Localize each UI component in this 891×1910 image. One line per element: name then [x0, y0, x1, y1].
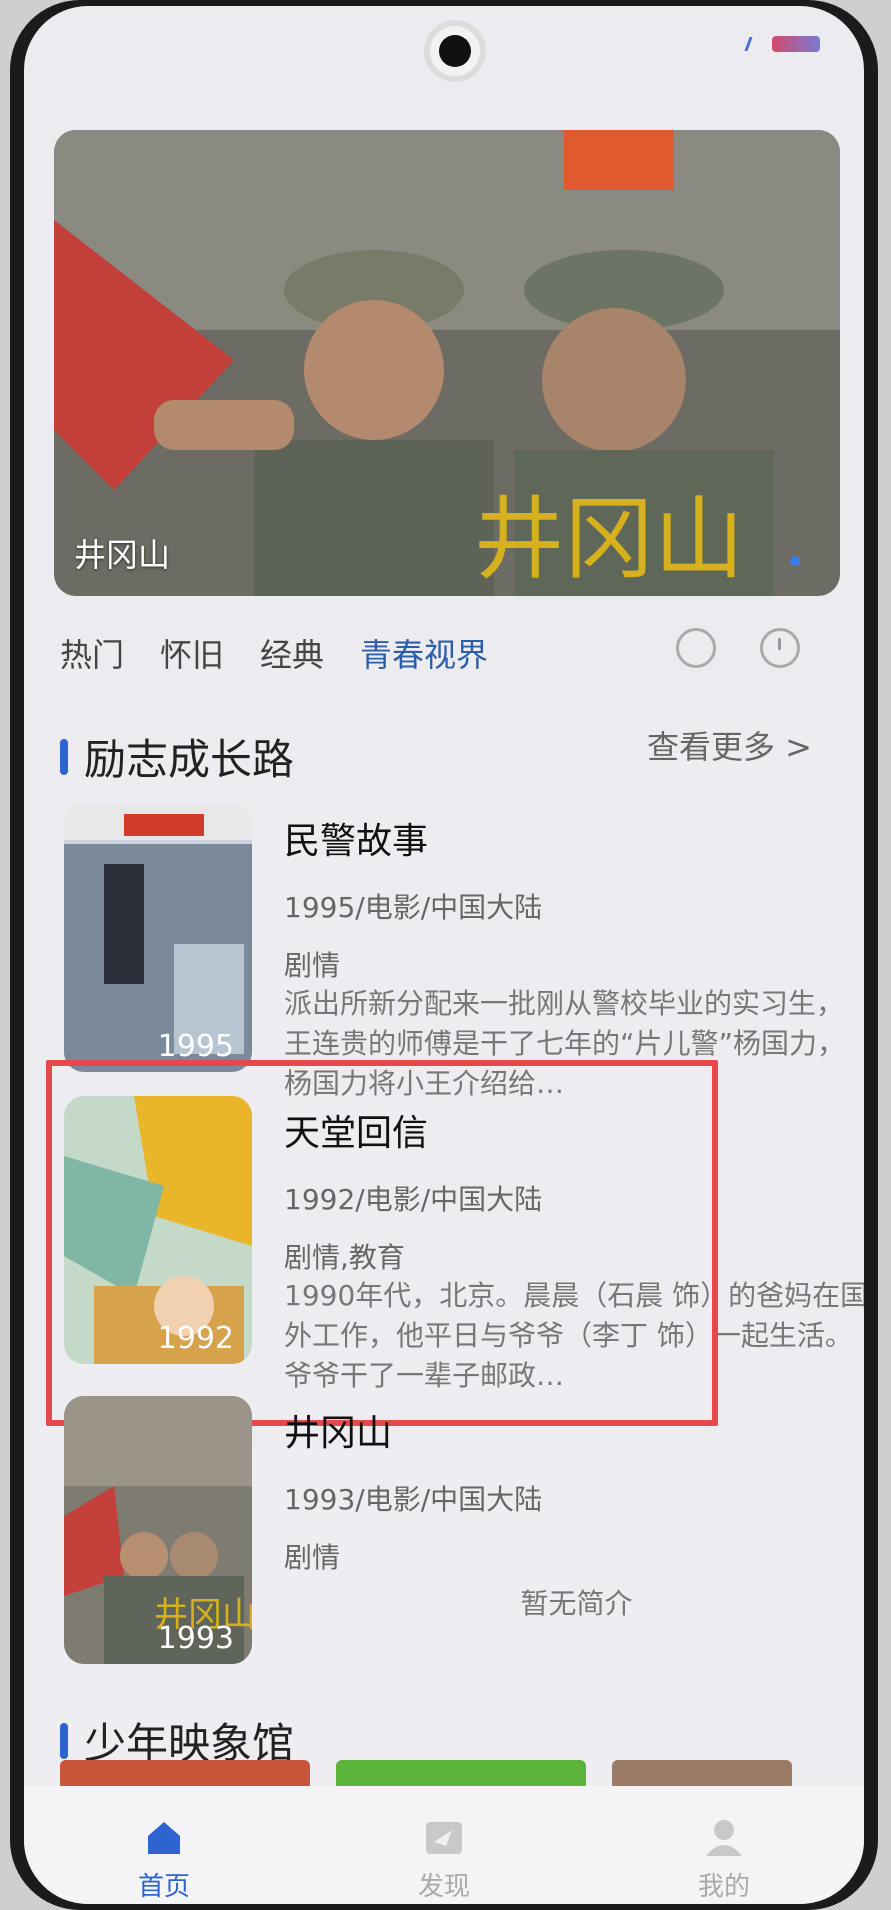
poster: 1995: [64, 804, 252, 1072]
discover-icon: [426, 1822, 462, 1854]
movie-description: 暂无简介: [520, 1587, 633, 1620]
poster: 井冈山 1993: [64, 1396, 252, 1664]
section-title: 励志成长路: [84, 735, 295, 784]
movie-meta: 1993/电影/中国大陆: [284, 1483, 543, 1516]
nav-home[interactable]: 首页: [84, 1816, 244, 1903]
svg-text:井冈山: 井冈山: [474, 487, 744, 592]
nav-label: 我的: [697, 1872, 750, 1902]
section-accent-bar: [60, 738, 68, 775]
tab-nostalgia[interactable]: 怀旧: [160, 630, 224, 676]
home-icon: [148, 1822, 180, 1854]
section-accent-bar: [60, 1722, 68, 1759]
category-tabs: 热门 怀旧 经典 青春视界: [60, 630, 488, 676]
movie-title: 民警故事: [284, 821, 429, 862]
banner-title: 井冈山: [74, 536, 171, 574]
tab-tools: [676, 628, 800, 668]
movie-title: 井冈山: [284, 1413, 393, 1454]
banner-image: 井冈山: [54, 130, 840, 596]
bottom-navigation: 首页 发现 我的: [24, 1786, 864, 1904]
device-frame: 井冈山 井冈山 热门 怀旧 经典 青春视界 励志成长路 查看更多 > 1995 …: [10, 0, 878, 1910]
poster-year: 1995: [157, 1029, 234, 1064]
movie-genre: 剧情: [284, 1541, 341, 1574]
front-camera: [424, 20, 486, 82]
profile-icon: [706, 1820, 742, 1856]
battery-icon: [772, 36, 820, 52]
search-icon[interactable]: [676, 628, 716, 668]
highlight-box: [46, 1060, 718, 1426]
nav-discover[interactable]: 发现: [364, 1816, 524, 1903]
tab-hot[interactable]: 热门: [60, 630, 124, 676]
tab-youth[interactable]: 青春视界: [360, 630, 488, 676]
banner-carousel[interactable]: 井冈山 井冈山: [54, 130, 840, 596]
section-header-growth: 励志成长路: [60, 726, 294, 787]
movie-genre: 剧情: [284, 949, 341, 982]
tab-classic[interactable]: 经典: [260, 630, 324, 676]
nav-profile[interactable]: 我的: [644, 1816, 804, 1903]
screen: 井冈山 井冈山 热门 怀旧 经典 青春视界 励志成长路 查看更多 > 1995 …: [24, 6, 864, 1904]
signal-icon: [744, 37, 767, 51]
nav-label: 首页: [137, 1872, 190, 1902]
movie-meta: 1995/电影/中国大陆: [284, 891, 543, 924]
poster-year: 1993: [157, 1621, 234, 1656]
status-bar: [744, 36, 820, 52]
nav-label: 发现: [417, 1872, 470, 1902]
carousel-indicator: [790, 556, 800, 566]
movie-info: 井冈山 1993/电影/中国大陆 剧情 暂无简介: [284, 1404, 864, 1624]
history-icon[interactable]: [760, 628, 800, 668]
see-more-link[interactable]: 查看更多 >: [647, 722, 812, 768]
